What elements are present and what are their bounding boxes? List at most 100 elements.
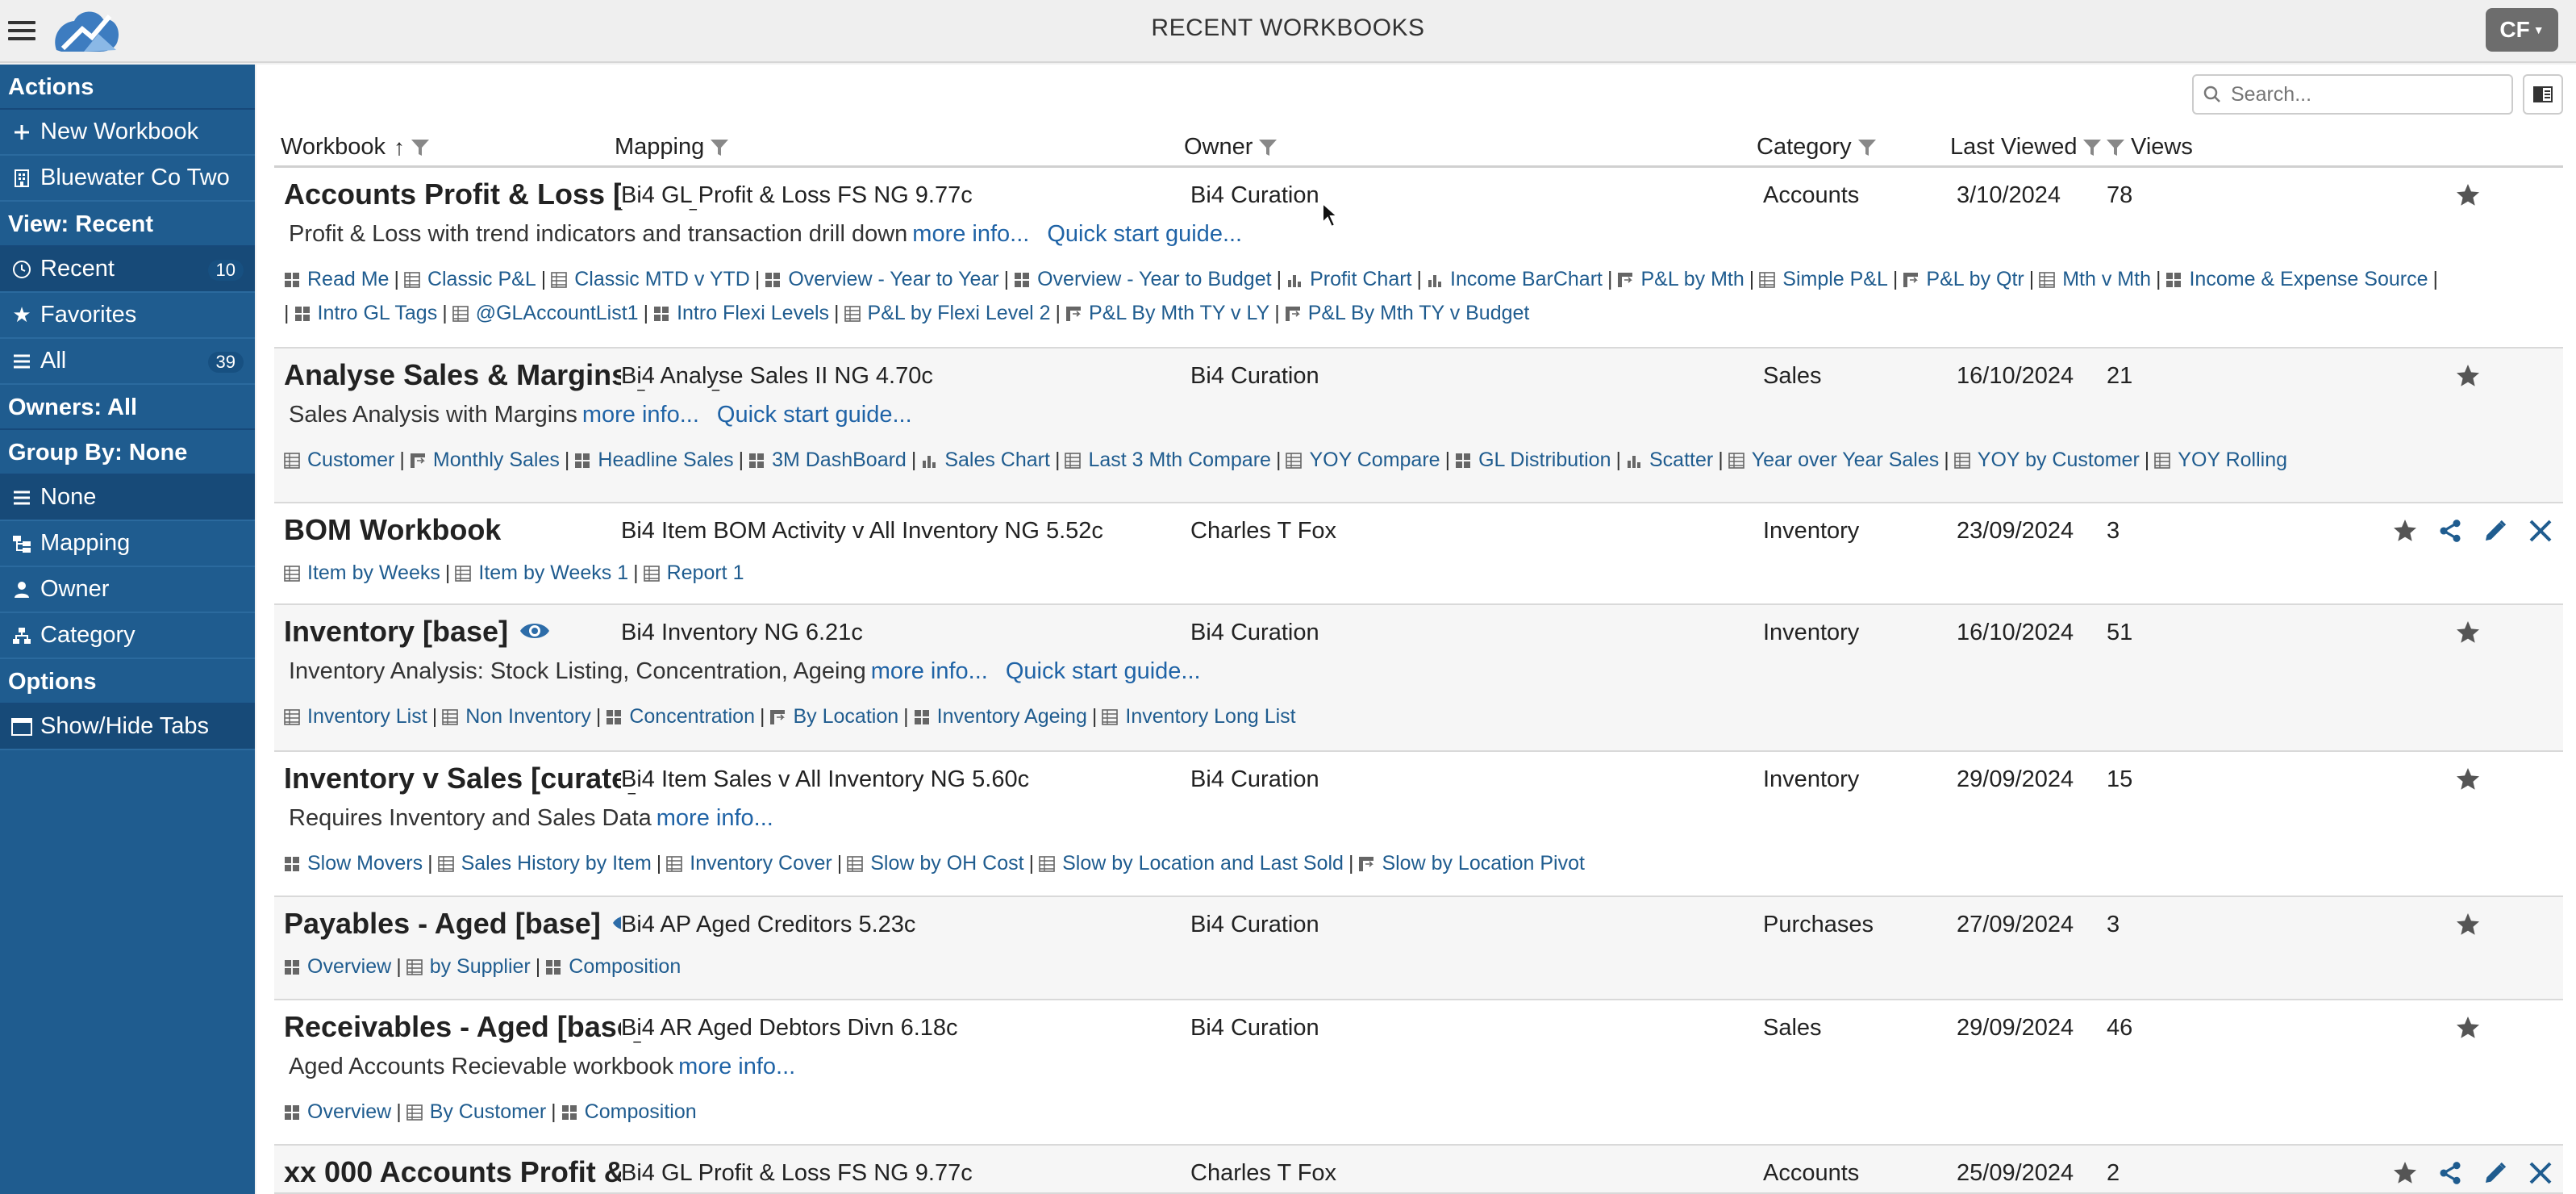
workbook-tab-link[interactable]: Overview - Year to Year bbox=[765, 268, 999, 291]
column-category[interactable]: Category bbox=[1757, 134, 1878, 161]
table-row[interactable]: Inventory [base] Bi4 Inventory NG 6.21c Bi… bbox=[274, 605, 2563, 752]
search-box[interactable] bbox=[2192, 74, 2513, 115]
sidebar-item-company[interactable]: Bluewater Co Two bbox=[0, 156, 255, 202]
column-views[interactable]: Views bbox=[2105, 134, 2193, 161]
filter-icon[interactable] bbox=[2082, 137, 2103, 158]
filter-icon[interactable] bbox=[2105, 137, 2126, 158]
workbook-tab-link[interactable]: Overview - Year to Budget bbox=[1014, 268, 1272, 291]
workbook-tab-link[interactable]: Inventory List bbox=[284, 705, 427, 729]
sidebar-item-group-none[interactable]: None bbox=[0, 475, 255, 521]
sidebar-item-group-mapping[interactable]: Mapping bbox=[0, 521, 255, 567]
workbook-tab-link[interactable]: Classic MTD v YTD bbox=[551, 268, 750, 291]
favorite-button[interactable] bbox=[2445, 179, 2491, 211]
edit-button[interactable] bbox=[2473, 1157, 2518, 1189]
workbook-title[interactable]: BOM Workbook bbox=[284, 513, 501, 547]
workbook-tab-link[interactable]: Sales History by Item bbox=[437, 852, 652, 875]
workbook-tab-link[interactable]: P&L By Mth TY v LY bbox=[1065, 302, 1269, 325]
workbook-title[interactable]: Payables - Aged [base] bbox=[284, 907, 643, 941]
more-info-link[interactable]: more info... bbox=[678, 1054, 795, 1079]
table-row[interactable]: Accounts Profit & Loss [base] Bi4 GL Prof… bbox=[274, 168, 2563, 349]
filter-icon[interactable] bbox=[410, 137, 431, 158]
column-workbook[interactable]: Workbook ↑ bbox=[281, 134, 431, 161]
favorite-button[interactable] bbox=[2382, 515, 2428, 547]
workbook-tab-link[interactable]: By Customer bbox=[406, 1100, 546, 1124]
workbook-tab-link[interactable]: Scatter bbox=[1626, 449, 1713, 472]
workbook-tab-link[interactable]: Concentration bbox=[606, 705, 755, 729]
column-mapping[interactable]: Mapping bbox=[615, 134, 730, 161]
workbook-tab-link[interactable]: by Supplier bbox=[406, 955, 531, 979]
workbook-tab-link[interactable]: Overview bbox=[284, 955, 391, 979]
table-row[interactable]: xx 000 Accounts Profit & Loss - P Bi4 GL … bbox=[274, 1146, 2563, 1194]
sidebar-item-favorites[interactable]: ★ Favorites bbox=[0, 293, 255, 339]
workbook-tab-link[interactable]: Last 3 Mth Compare bbox=[1065, 449, 1271, 472]
workbook-tab-link[interactable]: Item by Weeks bbox=[284, 562, 440, 585]
workbook-tab-link[interactable]: Profit Chart bbox=[1286, 268, 1412, 291]
edit-button[interactable] bbox=[2473, 515, 2518, 547]
favorite-button[interactable] bbox=[2445, 763, 2491, 795]
sidebar-item-group-owner[interactable]: Owner bbox=[0, 567, 255, 613]
favorite-button[interactable] bbox=[2445, 908, 2491, 941]
workbook-tab-link[interactable]: Inventory Cover bbox=[666, 852, 832, 875]
workbook-tab-link[interactable]: Slow Movers bbox=[284, 852, 423, 875]
table-row[interactable]: Payables - Aged [base] Bi4 AP Aged Credit… bbox=[274, 897, 2563, 1000]
workbook-tab-link[interactable]: P&L by Flexi Level 2 bbox=[844, 302, 1051, 325]
quick-start-link[interactable]: Quick start guide... bbox=[717, 402, 912, 428]
workbook-tab-link[interactable]: P&L by Mth bbox=[1617, 268, 1744, 291]
user-menu-button[interactable]: CF ▼ bbox=[2486, 8, 2558, 52]
workbook-tab-link[interactable]: By Location bbox=[769, 705, 898, 729]
hamburger-menu-icon[interactable] bbox=[8, 21, 35, 42]
sidebar-item-show-hide-tabs[interactable]: Show/Hide Tabs bbox=[0, 704, 255, 750]
sidebar-item-group-category[interactable]: Category bbox=[0, 613, 255, 659]
table-row[interactable]: Inventory v Sales [curate] Bi4 Item Sales… bbox=[274, 752, 2563, 897]
workbook-tab-link[interactable]: Mth v Mth bbox=[2039, 268, 2151, 291]
favorite-button[interactable] bbox=[2445, 360, 2491, 392]
more-info-link[interactable]: more info... bbox=[582, 402, 699, 428]
sidebar-item-all[interactable]: All 39 bbox=[0, 339, 255, 385]
delete-button[interactable] bbox=[2518, 1157, 2563, 1189]
filter-icon[interactable] bbox=[1857, 137, 1878, 158]
more-info-link[interactable]: more info... bbox=[657, 805, 773, 831]
workbook-tab-link[interactable]: Intro GL Tags bbox=[294, 302, 437, 325]
workbook-tab-link[interactable]: YOY Rolling bbox=[2154, 449, 2287, 472]
workbook-tab-link[interactable]: Slow by OH Cost bbox=[847, 852, 1024, 875]
more-info-link[interactable]: more info... bbox=[912, 221, 1029, 247]
workbook-tab-link[interactable]: Intro Flexi Levels bbox=[653, 302, 829, 325]
workbook-tab-link[interactable]: Overview bbox=[284, 1100, 391, 1124]
column-last-viewed[interactable]: Last Viewed bbox=[1950, 134, 2103, 161]
workbook-tab-link[interactable]: GL Distribution bbox=[1455, 449, 1611, 472]
sidebar-owners-heading[interactable]: Owners: All bbox=[0, 385, 255, 430]
favorite-button[interactable] bbox=[2445, 616, 2491, 649]
workbook-tab-link[interactable]: Slow by Location Pivot bbox=[1358, 852, 1585, 875]
table-row[interactable]: Analyse Sales & Margins [base] Bi4 Analys… bbox=[274, 349, 2563, 503]
workbook-tab-link[interactable]: Headline Sales bbox=[574, 449, 734, 472]
workbook-tab-link[interactable]: 3M DashBoard bbox=[748, 449, 907, 472]
workbook-tab-link[interactable]: Income & Expense Source bbox=[2165, 268, 2428, 291]
workbook-tab-link[interactable]: Composition bbox=[561, 1100, 697, 1124]
workbook-tab-link[interactable]: Item by Weeks 1 bbox=[455, 562, 628, 585]
sidebar-item-recent[interactable]: Recent 10 bbox=[0, 247, 255, 293]
search-input[interactable] bbox=[2229, 81, 2499, 107]
workbook-tab-link[interactable]: @GLAccountList1 bbox=[452, 302, 639, 325]
share-button[interactable] bbox=[2428, 1157, 2473, 1189]
workbook-tab-link[interactable]: Read Me bbox=[284, 268, 389, 291]
quick-start-link[interactable]: Quick start guide... bbox=[1006, 658, 1201, 684]
more-info-link[interactable]: more info... bbox=[871, 658, 988, 684]
table-row[interactable]: Receivables - Aged [base] Bi4 AR Aged Deb… bbox=[274, 1000, 2563, 1146]
workbook-tab-link[interactable]: Customer bbox=[284, 449, 394, 472]
workbook-tab-link[interactable]: YOY Compare bbox=[1286, 449, 1440, 472]
delete-button[interactable] bbox=[2518, 515, 2563, 547]
workbook-title[interactable]: Inventory v Sales [curate] bbox=[284, 762, 679, 795]
filter-icon[interactable] bbox=[709, 137, 730, 158]
workbook-tab-link[interactable]: Inventory Long List bbox=[1102, 705, 1296, 729]
toggle-columns-button[interactable] bbox=[2523, 74, 2563, 115]
workbook-tab-link[interactable]: Income BarChart bbox=[1427, 268, 1603, 291]
workbook-tab-link[interactable]: P&L by Qtr bbox=[1903, 268, 2024, 291]
workbook-tab-link[interactable]: Composition bbox=[545, 955, 681, 979]
filter-icon[interactable] bbox=[1257, 137, 1278, 158]
workbook-tab-link[interactable]: Classic P&L bbox=[404, 268, 536, 291]
workbook-title[interactable]: Inventory [base] bbox=[284, 615, 550, 649]
share-button[interactable] bbox=[2428, 515, 2473, 547]
favorite-button[interactable] bbox=[2445, 1012, 2491, 1044]
workbook-tab-link[interactable]: Report 1 bbox=[643, 562, 744, 585]
workbook-tab-link[interactable]: YOY by Customer bbox=[1953, 449, 2140, 472]
